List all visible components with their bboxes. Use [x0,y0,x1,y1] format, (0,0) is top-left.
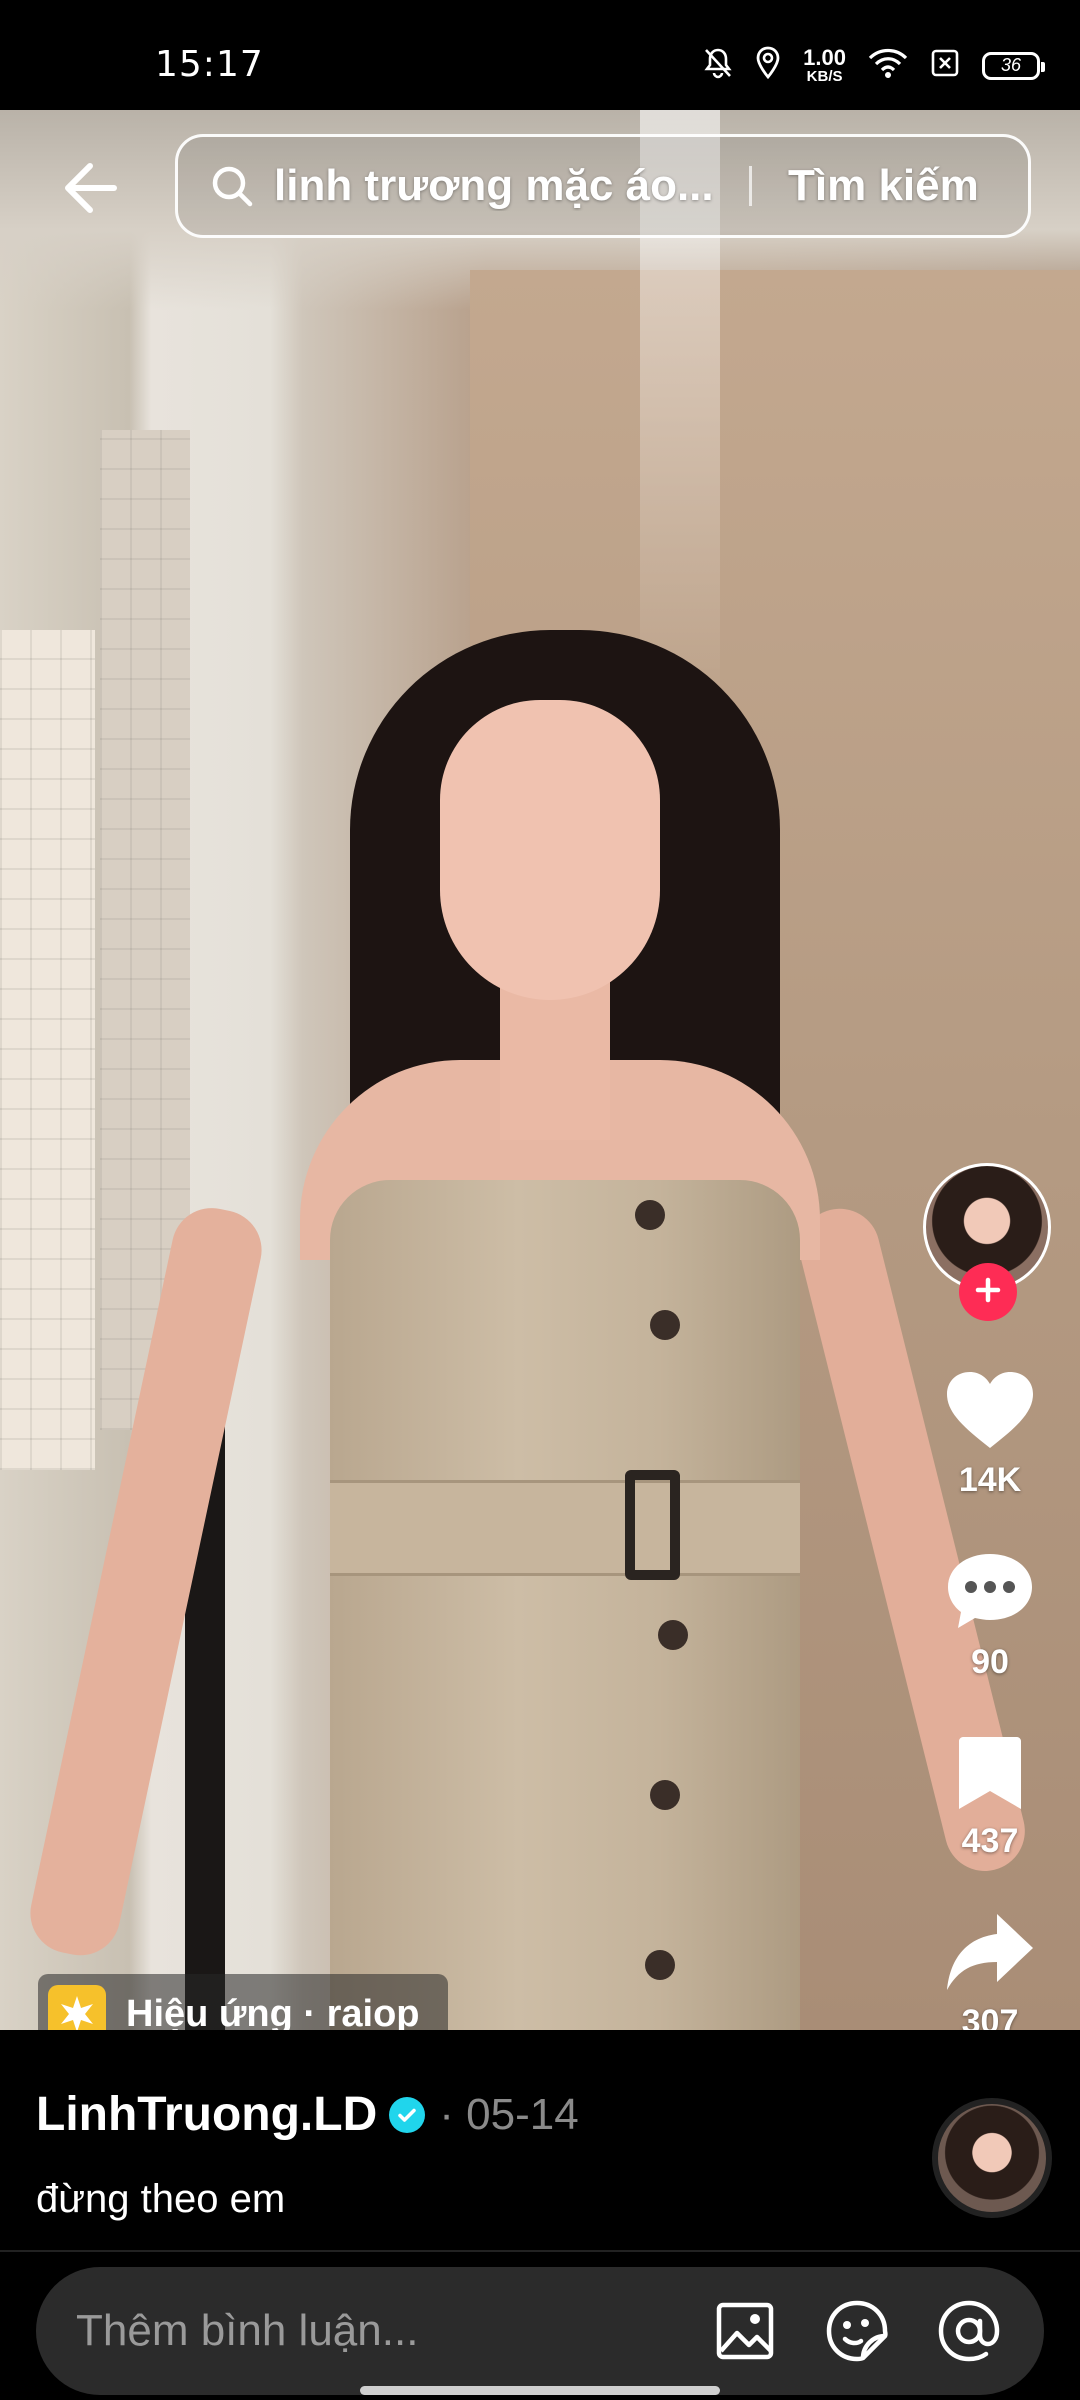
image-icon[interactable] [712,2298,778,2364]
plus-icon [973,1275,1003,1310]
video-figure-belt [330,1480,800,1576]
video-figure-buckle [625,1470,680,1580]
video-figure-neck [500,980,610,1140]
status-icons: 1.00 KB/S 36 [703,45,1045,85]
video-figure-button [650,1780,680,1810]
video-figure-button [658,1620,688,1650]
search-icon [210,164,254,208]
music-disc[interactable] [932,2098,1052,2218]
comment-bubble-icon [944,1550,1036,1639]
bookmark-icon [955,1733,1025,1818]
username-row: LinhTruong.LD · 05-14 [36,2087,579,2142]
comment-input[interactable] [74,2305,678,2357]
video-figure-dress [330,1180,800,2030]
network-speed-unit: KB/S [806,68,843,85]
save-button[interactable]: 437 [930,1733,1050,1861]
heart-icon [944,1370,1036,1457]
creator-avatar-block [923,1163,1055,1333]
video-figure-button [645,1950,675,1980]
comment-button[interactable]: 90 [930,1550,1050,1682]
network-speed-value: 1.00 [803,45,846,70]
search-button[interactable]: Tìm kiếm [788,161,979,211]
verified-badge-icon [389,2096,426,2133]
status-bar: 15:17 1.00 KB/S 36 [0,0,1080,110]
video-player[interactable] [0,110,1080,2030]
comment-count: 90 [971,1643,1009,1681]
location-icon [755,46,781,85]
video-figure-face [440,700,660,1000]
creator-username[interactable]: LinhTruong.LD [36,2087,377,2142]
comment-bar [36,2267,1044,2395]
post-date: · 05-14 [439,2089,579,2139]
video-figure-button [650,1310,680,1340]
back-button[interactable] [50,155,130,225]
sticker-icon[interactable] [824,2298,890,2364]
divider [0,2250,1080,2252]
wifi-icon [868,47,908,84]
search-bar[interactable]: linh trương mặc áo... Tìm kiếm [175,134,1031,238]
sim-off-icon [930,48,960,83]
post-info: LinhTruong.LD · 05-14 đừng theo em [0,2030,1080,2250]
search-divider [749,166,752,206]
video-tile-wall [0,630,95,1470]
video-figure-button [635,1200,665,1230]
like-count: 14K [958,1461,1022,1499]
battery-icon: 36 [982,51,1045,80]
like-button[interactable]: 14K [930,1370,1050,1500]
bell-mute-icon [703,47,733,84]
follow-button[interactable] [959,1263,1017,1321]
network-speed: 1.00 KB/S [803,45,846,85]
status-time: 15:17 [155,44,264,85]
mention-icon[interactable] [936,2298,1002,2364]
share-button[interactable]: 307 [930,1910,1050,2042]
home-indicator[interactable] [360,2386,720,2395]
share-arrow-icon [945,1910,1035,1999]
arrow-left-icon [60,160,120,221]
search-input[interactable]: linh trương mặc áo... [274,161,729,211]
save-count: 437 [961,1822,1019,1860]
post-caption[interactable]: đừng theo em [36,2177,285,2222]
